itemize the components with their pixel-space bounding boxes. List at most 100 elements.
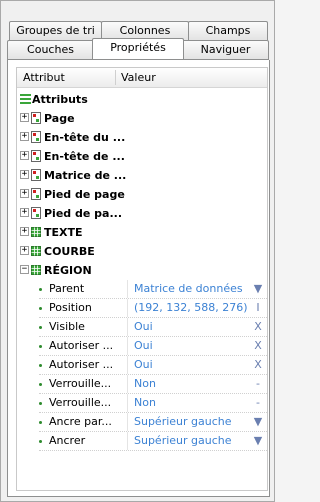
property-value[interactable]: Supérieur gauche [134,413,232,431]
property-bullet-icon [39,402,42,405]
tab-content-area: Attribut Valeur Attributs + Page + En-tê… [7,60,270,497]
tree-node-label: RÉGION [44,264,92,277]
collapse-toggle[interactable]: − [20,265,29,274]
object-type-icon [31,246,41,256]
property-name: Verrouille... [49,396,112,409]
tree-node-label: COURBE [44,245,95,258]
property-bullet-icon [39,345,42,348]
toggle-dash-icon[interactable]: - [253,394,263,412]
property-bullet-icon [39,364,42,367]
column-divider [127,375,128,393]
tree-node-en-tete-de[interactable]: + En-tête de ... [17,147,267,166]
tree-node-page[interactable]: + Page [17,109,267,128]
tree-node-label: Matrice de ... [44,169,127,182]
object-type-icon [31,265,41,275]
tab-couches[interactable]: Couches [7,40,94,59]
dropdown-arrow-icon[interactable]: ▼ [253,432,263,450]
property-row-visible[interactable]: Visible Oui X [39,318,267,337]
property-value[interactable]: Supérieur gauche [134,432,232,450]
property-value[interactable]: Matrice de données [134,280,243,298]
object-type-icon [31,227,41,237]
property-bullet-icon [39,440,42,443]
column-divider [127,413,128,431]
property-value[interactable]: Non [134,375,156,393]
property-bullet-icon [39,383,42,386]
tab-proprietes[interactable]: Propriétés [92,38,184,59]
tree-node-label: En-tête de ... [44,150,125,163]
tab-naviguer[interactable]: Naviguer [182,40,269,59]
expand-toggle[interactable]: + [20,132,29,141]
dropdown-arrow-icon[interactable]: ▼ [253,413,263,431]
toggle-x-icon[interactable]: X [253,337,263,355]
dropdown-arrow-icon[interactable]: ▼ [253,280,263,298]
property-name: Visible [49,320,85,333]
page-section-icon [31,188,41,200]
property-row-autoriser-2[interactable]: Autoriser ... Oui X [39,356,267,375]
property-name: Ancrer [49,434,86,447]
column-divider[interactable] [115,70,116,85]
expand-toggle[interactable]: + [20,170,29,179]
column-header-valeur[interactable]: Valeur [121,68,156,87]
column-divider [127,280,128,298]
expand-toggle[interactable]: + [20,208,29,217]
property-value[interactable]: Non [134,394,156,412]
expand-toggle[interactable]: + [20,189,29,198]
tree-node-matrice-de[interactable]: + Matrice de ... [17,166,267,185]
property-row-verrouille-1[interactable]: Verrouille... Non - [39,375,267,394]
tree-node-label: En-tête du ... [44,131,126,144]
expand-toggle[interactable]: + [20,151,29,160]
tree-node-region[interactable]: − RÉGION [17,261,267,280]
property-row-verrouille-2[interactable]: Verrouille... Non - [39,394,267,413]
property-name: Autoriser ... [49,339,114,352]
properties-panel: Groupes de tri Colonnes Champs Couches P… [0,0,275,502]
tree-node-texte[interactable]: + TEXTE [17,223,267,242]
tree-node-label: Pied de pa... [44,207,122,220]
column-divider [127,337,128,355]
column-divider [127,432,128,450]
tree-node-label: TEXTE [44,226,83,239]
tree-node-en-tete-du[interactable]: + En-tête du ... [17,128,267,147]
property-bullet-icon [39,421,42,424]
property-row-ancrer[interactable]: Ancrer Supérieur gauche ▼ [39,432,267,451]
column-divider [127,356,128,374]
expand-toggle[interactable]: + [20,227,29,236]
toggle-dash-icon[interactable]: - [253,375,263,393]
property-bullet-icon [39,326,42,329]
tree-node-label: Page [44,112,75,125]
property-row-autoriser-1[interactable]: Autoriser ... Oui X [39,337,267,356]
expand-toggle[interactable]: + [20,246,29,255]
property-name: Verrouille... [49,377,112,390]
tree-node-pied-de-pa[interactable]: + Pied de pa... [17,204,267,223]
page-section-icon [31,150,41,162]
property-row-ancre-par[interactable]: Ancre par... Supérieur gauche ▼ [39,413,267,432]
tree-node-pied-de-page[interactable]: + Pied de page [17,185,267,204]
property-tree[interactable]: Attribut Valeur Attributs + Page + En-tê… [16,67,268,491]
tab-groupes-de-tri[interactable]: Groupes de tri [9,21,102,40]
property-name: Ancre par... [49,415,112,428]
property-value[interactable]: Oui [134,318,153,336]
toggle-x-icon[interactable]: X [253,356,263,374]
page-section-icon [31,169,41,181]
toggle-x-icon[interactable]: X [253,318,263,336]
tree-node-courbe[interactable]: + COURBE [17,242,267,261]
tab-champs[interactable]: Champs [188,21,268,40]
property-value[interactable]: Oui [134,356,153,374]
property-value[interactable]: Oui [134,337,153,355]
expand-toggle[interactable]: + [20,113,29,122]
text-edit-icon[interactable]: I [253,299,263,317]
column-header-attribut[interactable]: Attribut [23,68,65,87]
property-name: Parent [49,282,85,295]
property-value[interactable]: (192, 132, 588, 276) [134,299,248,317]
property-name: Autoriser ... [49,358,114,371]
tree-header: Attribut Valeur [17,68,267,88]
attributes-list-icon [20,94,31,104]
property-bullet-icon [39,288,42,291]
page-section-icon [31,207,41,219]
property-row-position[interactable]: Position (192, 132, 588, 276) I [39,299,267,318]
page-section-icon [31,131,41,143]
property-row-parent[interactable]: Parent Matrice de données ▼ [39,280,267,299]
tab-strip-border [7,59,269,60]
column-divider [127,299,128,317]
page-section-icon [31,112,41,124]
tree-root-attributs[interactable]: Attributs [17,90,267,109]
